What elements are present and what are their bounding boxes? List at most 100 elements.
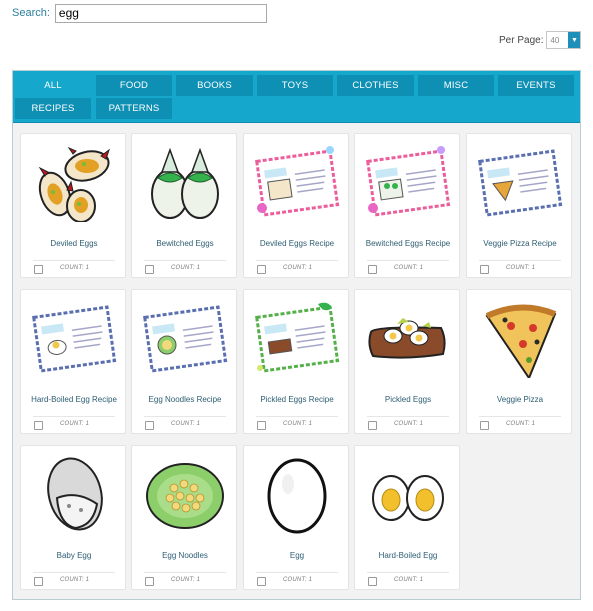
- tab-recipes[interactable]: RECIPES: [15, 98, 91, 119]
- item-card[interactable]: Egg Noodles COUNT: 1: [131, 445, 237, 590]
- item-card[interactable]: Deviled Eggs Recipe COUNT: 1: [243, 133, 349, 278]
- item-name: Bewitched Eggs: [156, 239, 214, 248]
- item-checkbox[interactable]: [34, 421, 43, 430]
- item-count: COUNT: 1: [283, 577, 313, 583]
- per-page-value: 40: [550, 35, 560, 45]
- item-name: Egg Noodles Recipe: [148, 395, 222, 404]
- item-checkbox[interactable]: [368, 265, 377, 274]
- item-name: Pickled Eggs: [384, 395, 432, 404]
- item-name: Veggie Pizza: [496, 395, 544, 404]
- divider: [367, 572, 449, 573]
- tab-misc[interactable]: MISC: [418, 75, 494, 96]
- item-checkbox[interactable]: [34, 265, 43, 274]
- search-input[interactable]: [54, 3, 267, 23]
- tab-books[interactable]: BOOKS: [176, 75, 253, 96]
- item-card[interactable]: Bewitched Eggs Recipe COUNT: 1: [354, 133, 460, 278]
- item-checkbox[interactable]: [257, 577, 266, 586]
- item-count: COUNT: 1: [394, 577, 424, 583]
- tab-clothes[interactable]: CLOTHES: [337, 75, 414, 96]
- divider: [367, 260, 449, 261]
- item-card[interactable]: Pickled Eggs Recipe COUNT: 1: [243, 289, 349, 434]
- item-checkbox[interactable]: [145, 265, 154, 274]
- category-tabs: ALL FOOD BOOKS TOYS CLOTHES MISC EVENTS …: [13, 71, 580, 123]
- item-name: Hard-Boiled Egg Recipe: [31, 395, 117, 404]
- item-card[interactable]: Hard-Boiled Egg COUNT: 1: [354, 445, 460, 590]
- item-count: COUNT: 1: [171, 265, 201, 271]
- chevron-down-icon[interactable]: ▼: [568, 32, 581, 48]
- item-count: COUNT: 1: [506, 421, 536, 427]
- item-checkbox[interactable]: [145, 577, 154, 586]
- item-count: COUNT: 1: [506, 265, 536, 271]
- item-name: Veggie Pizza Recipe: [483, 239, 557, 248]
- search-label: Search:: [12, 7, 50, 19]
- item-checkbox[interactable]: [368, 577, 377, 586]
- item-card[interactable]: Pickled Eggs COUNT: 1: [354, 289, 460, 434]
- divider: [479, 416, 561, 417]
- bewitched-eggs-icon: [151, 147, 219, 219]
- item-card[interactable]: Veggie Pizza Recipe COUNT: 1: [466, 133, 572, 278]
- divider: [33, 572, 115, 573]
- item-card[interactable]: Egg Noodles Recipe COUNT: 1: [131, 289, 237, 434]
- item-checkbox[interactable]: [480, 421, 489, 430]
- item-checkbox[interactable]: [34, 577, 43, 586]
- baby-egg-icon: [47, 457, 103, 531]
- per-page-label: Per Page:: [499, 34, 544, 46]
- item-checkbox[interactable]: [257, 421, 266, 430]
- item-card[interactable]: Egg COUNT: 1: [243, 445, 349, 590]
- per-page-select[interactable]: 40 ▼: [546, 31, 582, 49]
- recipe-card-icon: [32, 305, 117, 373]
- item-count: COUNT: 1: [283, 265, 313, 271]
- tab-all[interactable]: ALL: [23, 75, 83, 96]
- item-name: Egg Noodles: [162, 551, 208, 560]
- deviled-eggs-icon: [38, 146, 110, 222]
- tab-patterns[interactable]: PATTERNS: [96, 98, 172, 119]
- recipe-card-icon: [255, 302, 340, 373]
- divider: [256, 572, 338, 573]
- item-checkbox[interactable]: [257, 265, 266, 274]
- tab-toys[interactable]: TOYS: [257, 75, 333, 96]
- divider: [144, 572, 226, 573]
- item-count: COUNT: 1: [60, 577, 90, 583]
- item-count: COUNT: 1: [394, 421, 424, 427]
- item-card[interactable]: Baby Egg COUNT: 1: [20, 445, 126, 590]
- item-name: Deviled Eggs: [50, 239, 98, 248]
- inventory-panel: ALL FOOD BOOKS TOYS CLOTHES MISC EVENTS …: [12, 70, 581, 600]
- item-count: COUNT: 1: [283, 421, 313, 427]
- recipe-card-icon: [255, 146, 340, 217]
- pizza-slice-icon: [485, 304, 557, 378]
- tab-food[interactable]: FOOD: [96, 75, 172, 96]
- egg-icon: [267, 458, 327, 534]
- item-count: COUNT: 1: [60, 421, 90, 427]
- divider: [479, 260, 561, 261]
- item-name: Pickled Eggs Recipe: [260, 395, 334, 404]
- search-bar: Search:: [12, 3, 267, 23]
- divider: [33, 416, 115, 417]
- item-checkbox[interactable]: [480, 265, 489, 274]
- divider: [33, 260, 115, 261]
- item-card[interactable]: Bewitched Eggs COUNT: 1: [131, 133, 237, 278]
- recipe-card-icon: [143, 305, 228, 373]
- item-card[interactable]: Hard-Boiled Egg Recipe COUNT: 1: [20, 289, 126, 434]
- item-checkbox[interactable]: [145, 421, 154, 430]
- divider: [256, 416, 338, 417]
- item-name: Deviled Eggs Recipe: [259, 239, 335, 248]
- divider: [144, 260, 226, 261]
- tab-events[interactable]: EVENTS: [498, 75, 574, 96]
- item-name: Hard-Boiled Egg: [378, 551, 438, 560]
- item-count: COUNT: 1: [394, 265, 424, 271]
- item-card[interactable]: Veggie Pizza COUNT: 1: [466, 289, 572, 434]
- per-page-control: Per Page: 40 ▼: [499, 31, 582, 49]
- divider: [367, 416, 449, 417]
- pickled-eggs-icon: [368, 318, 446, 359]
- recipe-card-icon: [366, 146, 451, 217]
- egg-noodles-icon: [146, 463, 224, 529]
- item-count: COUNT: 1: [60, 265, 90, 271]
- item-count: COUNT: 1: [171, 421, 201, 427]
- item-checkbox[interactable]: [368, 421, 377, 430]
- item-card[interactable]: Deviled Eggs COUNT: 1: [20, 133, 126, 278]
- item-count: COUNT: 1: [171, 577, 201, 583]
- divider: [144, 416, 226, 417]
- item-name: Bewitched Eggs Recipe: [365, 239, 451, 248]
- divider: [256, 260, 338, 261]
- item-name: Baby Egg: [56, 551, 92, 560]
